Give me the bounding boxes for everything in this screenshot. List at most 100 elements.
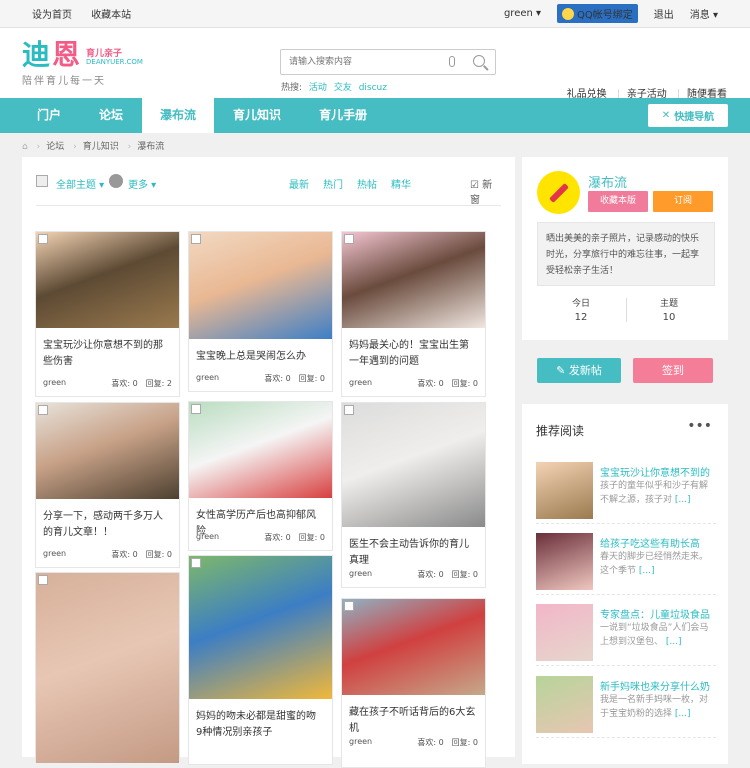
post-author[interactable]: green xyxy=(43,378,66,389)
breadcrumb-item[interactable]: 育儿知识 xyxy=(83,142,119,152)
post-thumbnail[interactable] xyxy=(189,402,332,498)
post-author[interactable]: green xyxy=(196,532,219,543)
post-thumbnail[interactable] xyxy=(36,232,179,328)
tab-latest[interactable]: 最新 xyxy=(289,176,309,191)
set-home-link[interactable]: 设为首页 xyxy=(32,10,72,21)
post-title[interactable]: 宝宝玩沙让你意想不到的那些伤害 xyxy=(36,328,179,372)
forum-name[interactable]: 瀑布流 xyxy=(588,172,627,191)
post-title[interactable]: 分享一下，感动两千多万人的育儿文章！！ xyxy=(36,499,179,543)
post-title[interactable]: 藏在孩子不听话背后的6大玄机 xyxy=(342,695,485,734)
tab-digest[interactable]: 精华 xyxy=(391,176,411,191)
select-checkbox[interactable] xyxy=(344,234,354,244)
read-more-link[interactable]: [...] xyxy=(675,495,691,505)
recommended-item[interactable]: 给孩子吃这些有助长高 春天的脚步已经悄然走来。这个季节 [...] xyxy=(536,533,716,595)
logout-link[interactable]: 退出 xyxy=(654,6,674,21)
hot-search-item[interactable]: discuz xyxy=(359,83,387,93)
post-thumbnail[interactable] xyxy=(36,403,179,499)
post-card[interactable]: 女性高学历产后也高抑郁风险 green 喜欢: 0 回复: 0 xyxy=(188,401,333,551)
post-title[interactable]: 女性高学历产后也高抑郁风险 xyxy=(189,498,332,537)
recommended-item[interactable]: 专家盘点：儿童垃圾食品 一说到“垃圾食品”人们会马上想到汉堡包、 [...] xyxy=(536,604,716,666)
tab-popular[interactable]: 热门 xyxy=(323,176,343,191)
recommended-thumbnail[interactable] xyxy=(536,676,593,733)
post-thumbnail[interactable] xyxy=(342,232,485,328)
post-card[interactable]: 藏在孩子不听话背后的6大玄机 green 喜欢: 0 回复: 0 xyxy=(341,598,486,768)
snippet-text: 我是一名新手妈咪一枚，对于宝宝奶粉的选择 xyxy=(600,695,709,719)
recommended-item[interactable]: 宝宝玩沙让你意想不到的 孩子的童年似乎和沙子有解不解之源，孩子对 [...] xyxy=(536,462,716,524)
post-card[interactable] xyxy=(35,572,180,763)
nav-waterfall[interactable]: 瀑布流 xyxy=(142,98,215,133)
post-author[interactable]: green xyxy=(349,378,372,389)
hot-search-item[interactable]: 活动 xyxy=(309,83,327,93)
post-card[interactable]: 医生不会主动告诉你的育儿真理 green 喜欢: 0 回复: 0 xyxy=(341,402,486,588)
post-card[interactable]: 分享一下，感动两千多万人的育儿文章！！ green 喜欢: 0 回复: 0 xyxy=(35,402,180,568)
post-thumbnail[interactable] xyxy=(36,573,179,763)
post-likes: 喜欢: 0 xyxy=(264,374,291,383)
hot-search-item[interactable]: 交友 xyxy=(334,83,352,93)
messages-menu[interactable]: 消息 ▾ xyxy=(690,6,718,21)
post-likes: 喜欢: 0 xyxy=(264,533,291,542)
select-checkbox[interactable] xyxy=(344,405,354,415)
more-icon[interactable]: ••• xyxy=(687,418,712,434)
forum-info-panel: 瀑布流 收藏本版 订阅 晒出美美的亲子照片，记录感动的快乐时光，分享旅行中的难忘… xyxy=(522,157,728,340)
qq-icon xyxy=(562,7,575,20)
new-post-label: 发新帖 xyxy=(568,364,602,377)
post-author[interactable]: green xyxy=(349,737,372,748)
select-checkbox[interactable] xyxy=(344,601,354,611)
post-title[interactable]: 医生不会主动告诉你的育儿真理 xyxy=(342,527,485,566)
nav-parenting-knowledge[interactable]: 育儿知识 xyxy=(214,98,300,133)
post-thumbnail[interactable] xyxy=(189,232,332,339)
search-input[interactable] xyxy=(281,50,431,74)
recommended-thumbnail[interactable] xyxy=(536,604,593,661)
post-card[interactable]: 宝宝玩沙让你意想不到的那些伤害 green 喜欢: 0 回复: 2 xyxy=(35,231,180,397)
more-dropdown[interactable]: 更多 ▾ xyxy=(128,176,156,191)
post-title[interactable]: 妈妈的吻未必都是甜蜜的吻 9种情况别亲孩子 xyxy=(189,699,332,743)
post-card[interactable]: 妈妈的吻未必都是甜蜜的吻 9种情况别亲孩子 xyxy=(188,555,333,765)
site-logo[interactable]: 迪恩 育儿亲子 DEANYUER.COM 陪伴育儿每一天 xyxy=(22,40,172,90)
recommended-title[interactable]: 宝宝玩沙让你意想不到的 xyxy=(600,464,710,479)
post-card[interactable]: 宝宝晚上总是哭闹怎么办 green 喜欢: 0 回复: 0 xyxy=(188,231,333,392)
post-thumbnail[interactable] xyxy=(342,403,485,527)
select-checkbox[interactable] xyxy=(38,575,48,585)
bookmark-link[interactable]: 收藏本站 xyxy=(91,10,131,21)
new-post-button[interactable]: ✎ 发新帖 xyxy=(537,358,621,383)
qq-bind-button[interactable]: QQ帐号绑定 xyxy=(557,4,638,23)
post-title[interactable]: 宝宝晚上总是哭闹怎么办 xyxy=(189,339,332,367)
post-author[interactable]: green xyxy=(43,549,66,560)
read-more-link[interactable]: [...] xyxy=(666,637,682,647)
quick-nav-button[interactable]: ✕ 快捷导航 xyxy=(648,104,728,127)
post-card[interactable]: 妈妈最关心的！宝宝出生第一年遇到的问题 green 喜欢: 0 回复: 0 xyxy=(341,231,486,397)
recommended-title[interactable]: 给孩子吃这些有助长高 xyxy=(600,535,700,550)
read-more-link[interactable]: [...] xyxy=(639,566,655,576)
select-checkbox[interactable] xyxy=(191,234,201,244)
recommended-title[interactable]: 新手妈咪也来分享什么奶 xyxy=(600,678,710,693)
recommended-item[interactable]: 新手妈咪也来分享什么奶 我是一名新手妈咪一枚，对于宝宝奶粉的选择 [...] xyxy=(536,676,716,738)
new-window-toggle[interactable]: ☑ 新窗 xyxy=(470,176,501,206)
home-icon[interactable]: ⌂ xyxy=(22,142,28,152)
recommended-thumbnail[interactable] xyxy=(536,533,593,590)
favorite-forum-button[interactable]: 收藏本版 xyxy=(588,191,648,212)
select-checkbox[interactable] xyxy=(191,558,201,568)
select-checkbox[interactable] xyxy=(191,404,201,414)
nav-parenting-handbook[interactable]: 育儿手册 xyxy=(300,98,386,133)
nav-forum[interactable]: 论坛 xyxy=(80,98,142,133)
recommended-thumbnail[interactable] xyxy=(536,462,593,519)
sign-in-button[interactable]: 签到 xyxy=(633,358,713,383)
post-author[interactable]: green xyxy=(196,373,219,384)
post-title[interactable]: 妈妈最关心的！宝宝出生第一年遇到的问题 xyxy=(342,328,485,372)
post-thumbnail[interactable] xyxy=(342,599,485,695)
microphone-icon[interactable] xyxy=(449,56,455,67)
breadcrumb-item[interactable]: 论坛 xyxy=(46,142,64,152)
select-checkbox[interactable] xyxy=(38,234,48,244)
select-checkbox[interactable] xyxy=(38,405,48,415)
all-topics-dropdown[interactable]: 全部主题 ▾ xyxy=(56,176,104,191)
read-more-link[interactable]: [...] xyxy=(675,709,691,719)
messages-label: 消息 xyxy=(689,10,710,21)
post-author[interactable]: green xyxy=(349,569,372,580)
search-icon[interactable] xyxy=(473,55,485,67)
post-thumbnail[interactable] xyxy=(189,556,332,699)
recommended-title[interactable]: 专家盘点：儿童垃圾食品 xyxy=(600,606,710,621)
username-menu[interactable]: green ▾ xyxy=(504,8,541,19)
tab-hot[interactable]: 热帖 xyxy=(357,176,377,191)
nav-portal[interactable]: 门户 xyxy=(18,98,80,133)
subscribe-button[interactable]: 订阅 xyxy=(653,191,713,212)
